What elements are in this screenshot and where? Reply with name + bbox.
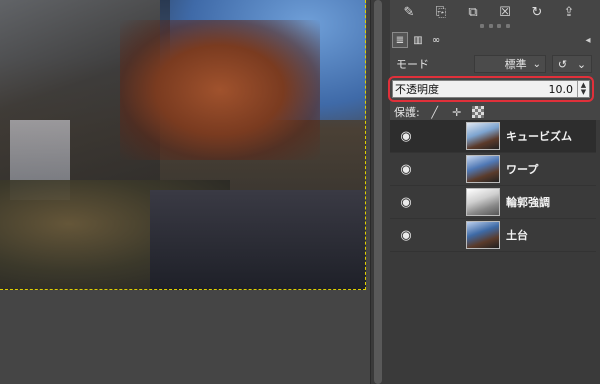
chevron-down-icon: ⌄ [576, 57, 587, 71]
dock-tabs: ≣ ▥ ∞ ◂ [390, 30, 600, 50]
dock-toolbar: ✎ ⎘ ⧉ ☒ ↻ ⇪ [390, 0, 600, 24]
layer-row[interactable]: ◉ キュービズム [390, 120, 600, 153]
layers-tab[interactable]: ≣ [392, 32, 408, 48]
composite-mode-select[interactable]: ↺ ⌄ [552, 55, 592, 73]
refresh-icon[interactable]: ↻ [526, 2, 548, 22]
spin-arrows-icon[interactable]: ▲ ▼ [577, 81, 589, 97]
canvas-boundary [0, 0, 366, 290]
lock-position-icon[interactable]: ✛ [450, 105, 464, 119]
eye-icon[interactable]: ◉ [396, 129, 416, 144]
delete-icon[interactable]: ☒ [494, 2, 516, 22]
duplicate-icon[interactable]: ⧉ [462, 2, 484, 22]
dock-menu-icon[interactable]: ◂ [580, 32, 596, 48]
layer-row[interactable]: ◉ 輪郭強調 [390, 186, 600, 219]
layer-mode-row: モード 標準 ⌄ ↺ ⌄ [390, 54, 600, 74]
layer-thumbnail [466, 122, 500, 150]
eye-icon[interactable]: ◉ [396, 228, 416, 243]
new-layer-icon[interactable]: ⎘ [430, 2, 452, 22]
image-canvas-area[interactable] [0, 0, 370, 384]
opacity-spinbox[interactable]: 不透明度 10.0 ▲ ▼ [392, 80, 590, 98]
channels-tab[interactable]: ▥ [410, 32, 426, 48]
chevron-down-icon: ⌄ [532, 58, 541, 70]
layer-thumbnail [466, 188, 500, 216]
layer-row[interactable]: ◉ ワープ [390, 153, 600, 186]
layer-row[interactable]: ◉ 土台 [390, 219, 600, 252]
eye-icon[interactable]: ◉ [396, 162, 416, 177]
edit-icon[interactable]: ✎ [398, 2, 420, 22]
layer-name: 土台 [506, 229, 528, 242]
eye-icon[interactable]: ◉ [396, 195, 416, 210]
lock-row: 保護: ╱ ✛ [390, 104, 600, 120]
paths-tab[interactable]: ∞ [428, 32, 444, 48]
layer-thumbnail [466, 155, 500, 183]
lock-pixels-icon[interactable]: ╱ [428, 105, 442, 119]
layer-name: ワープ [506, 163, 539, 176]
canvas-vertical-scrollbar[interactable] [370, 0, 384, 384]
layer-list: ◉ キュービズム ◉ ワープ ◉ 輪郭強調 ◉ 土台 [390, 120, 600, 384]
layer-list-scrollbar[interactable] [596, 120, 600, 384]
layer-name: キュービズム [506, 130, 572, 143]
export-icon[interactable]: ⇪ [558, 2, 580, 22]
lock-label: 保護: [394, 106, 420, 119]
reset-icon: ↺ [557, 57, 568, 71]
opacity-value[interactable]: 10.0 [549, 83, 578, 96]
layer-name: 輪郭強調 [506, 196, 550, 209]
dock-grip-handle[interactable] [480, 24, 510, 28]
layer-thumbnail [466, 221, 500, 249]
mode-select[interactable]: 標準 ⌄ [474, 55, 546, 73]
lock-alpha-icon[interactable] [471, 106, 484, 118]
mode-label: モード [396, 58, 429, 71]
opacity-label: 不透明度 [395, 83, 439, 96]
scrollbar-thumb[interactable] [374, 0, 382, 384]
mode-value: 標準 [504, 58, 527, 71]
